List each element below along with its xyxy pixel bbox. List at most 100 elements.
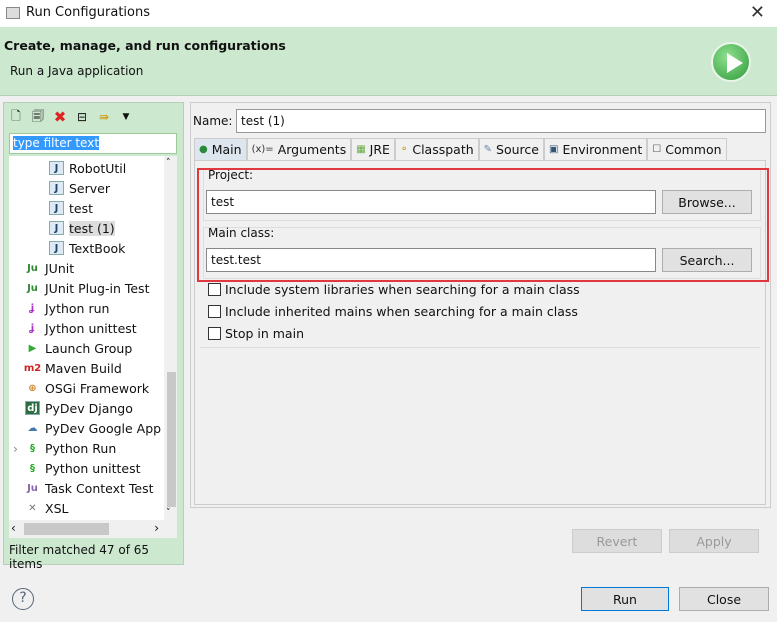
- checkbox-label: Include system libraries when searching …: [225, 282, 580, 297]
- help-icon[interactable]: ?: [12, 588, 34, 610]
- tree-item[interactable]: § Python unittest: [25, 458, 141, 478]
- tree-item[interactable]: Jtest (1): [49, 218, 115, 238]
- google-app-icon: ☁: [27, 422, 38, 434]
- tab-environment[interactable]: ▣ Environment: [543, 138, 648, 160]
- tree-item-label: JUnit: [45, 260, 75, 276]
- tree-item[interactable]: ▶ Launch Group: [25, 338, 133, 358]
- classpath-icon: ⚬: [399, 144, 409, 155]
- common-icon: ☐: [652, 144, 662, 155]
- tree-item[interactable]: ☁ PyDev Google App: [25, 418, 162, 438]
- launch-group-icon: ▶: [28, 342, 37, 354]
- tree-item-label: XSL: [45, 500, 69, 516]
- tree-item-label: Python unittest: [45, 460, 141, 476]
- environment-icon: ▣: [548, 144, 559, 155]
- include-inherited-mains-checkbox[interactable]: Include inherited mains when searching f…: [208, 304, 578, 319]
- java-class-icon: J: [49, 181, 64, 195]
- horizontal-scrollbar[interactable]: ‹ ›: [9, 520, 177, 538]
- tree-item-label: RobotUtil: [69, 160, 127, 176]
- tree-item-label: PyDev Django: [45, 400, 133, 416]
- header-title: Create, manage, and run configurations: [4, 38, 286, 53]
- tab-label: Source: [496, 142, 539, 157]
- tree-item-label: JUnit Plug-in Test: [45, 280, 150, 296]
- name-input[interactable]: test (1): [236, 109, 766, 133]
- tab-label: JRE: [369, 142, 390, 157]
- tree-item-label: Jython run: [45, 300, 110, 316]
- tab-label: Common: [665, 142, 722, 157]
- scroll-left-icon[interactable]: ‹: [11, 521, 16, 535]
- app-icon: [6, 7, 20, 19]
- main-tab-panel: Project: test Browse... Main class: test…: [194, 160, 769, 505]
- tab-jre[interactable]: ▦ JRE: [351, 138, 395, 160]
- duplicate-icon[interactable]: 🗐: [30, 109, 46, 125]
- name-label: Name:: [193, 114, 233, 128]
- scroll-up-icon[interactable]: ˄: [166, 158, 171, 168]
- jython-icon: ʝ: [30, 302, 35, 314]
- tab-main[interactable]: ● Main: [194, 138, 247, 160]
- sidebar-toolbar: 🗋 🗐 ✖ ⊟ ⇛ ▼: [8, 107, 134, 127]
- title-bar: Run Configurations ✕: [0, 0, 777, 27]
- jre-icon: ▦: [356, 144, 366, 155]
- vertical-scroll-thumb[interactable]: [167, 372, 176, 507]
- tree-item-label: TextBook: [69, 240, 126, 256]
- close-button[interactable]: Close: [679, 587, 769, 611]
- xsl-icon: ✕: [28, 502, 37, 514]
- dialog-header: Create, manage, and run configurations R…: [0, 27, 777, 96]
- tab-arguments[interactable]: (x)= Arguments: [246, 138, 352, 160]
- include-system-libraries-checkbox[interactable]: Include system libraries when searching …: [208, 282, 580, 297]
- configuration-sidebar: 🗋 🗐 ✖ ⊟ ⇛ ▼ type filter text J RobotUtil J…: [3, 102, 184, 571]
- tree-item-label: Maven Build: [45, 360, 122, 376]
- filter-input[interactable]: type filter text: [9, 133, 177, 154]
- tree-item[interactable]: J TextBook: [49, 238, 125, 258]
- revert-button[interactable]: Revert: [572, 529, 662, 553]
- java-class-icon: J: [49, 201, 64, 215]
- tab-source[interactable]: ✎ Source: [478, 138, 544, 160]
- tree-item-label: Python Run: [45, 440, 117, 456]
- tab-bar: ● Main (x)= Arguments ▦ JRE ⚬ Classpath ✎ Source ▣…: [194, 138, 727, 160]
- tree-item-label: test (1): [69, 220, 115, 236]
- django-icon: dj: [25, 401, 40, 415]
- dropdown-icon[interactable]: ▼: [118, 109, 134, 125]
- java-class-icon: J: [49, 221, 64, 235]
- horizontal-scroll-thumb[interactable]: [24, 523, 109, 535]
- tree-item[interactable]: ʝ Jython run: [25, 298, 110, 318]
- python-icon: §: [30, 442, 35, 454]
- close-window-icon[interactable]: ✕: [750, 2, 765, 23]
- arguments-icon: (x)=: [251, 144, 274, 155]
- java-class-icon: J: [49, 161, 64, 175]
- tree-item[interactable]: Ju JUnit: [25, 258, 74, 278]
- expand-arrow-icon[interactable]: ›: [13, 441, 18, 456]
- config-tree: J RobotUtil J Server Jtest Jtest (1) J TextBook…: [9, 156, 177, 520]
- tree-item-label: Launch Group: [45, 340, 133, 356]
- apply-button[interactable]: Apply: [669, 529, 759, 553]
- filter-status: Filter matched 47 of 65 items: [9, 543, 150, 571]
- scroll-right-icon[interactable]: ›: [154, 521, 159, 535]
- tree-item[interactable]: ✕ XSL: [25, 498, 68, 518]
- tree-item[interactable]: Jtest: [49, 198, 93, 218]
- run-button[interactable]: Run: [581, 587, 669, 611]
- tree-item[interactable]: J Server: [49, 178, 110, 198]
- tab-common[interactable]: ☐ Common: [647, 138, 727, 160]
- tree-item[interactable]: Ju Task Context Test: [25, 478, 153, 498]
- tab-label: Main: [211, 142, 242, 157]
- run-logo-icon: [711, 42, 751, 82]
- tree-item[interactable]: ⊕ OSGi Framework: [25, 378, 149, 398]
- stop-in-main-checkbox[interactable]: Stop in main: [208, 326, 304, 341]
- tree-item[interactable]: Ju JUnit Plug-in Test: [25, 278, 149, 298]
- scroll-down-icon[interactable]: ˅: [166, 508, 171, 518]
- junit-icon: Ju: [27, 262, 38, 274]
- tree-item[interactable]: m2 Maven Build: [24, 358, 122, 378]
- tree-item-label: test: [69, 200, 94, 216]
- collapse-all-icon[interactable]: ⊟: [74, 109, 90, 125]
- tree-item[interactable]: › § Python Run: [13, 438, 117, 458]
- tree-item[interactable]: J RobotUtil: [49, 158, 126, 178]
- checkbox-label: Include inherited mains when searching f…: [225, 304, 578, 319]
- tree-item[interactable]: dj PyDev Django: [25, 398, 133, 418]
- tab-classpath[interactable]: ⚬ Classpath: [394, 138, 479, 160]
- tree-item-label: Server: [69, 180, 110, 196]
- delete-icon[interactable]: ✖: [52, 108, 68, 126]
- tree-item[interactable]: ʝ Jython unittest: [25, 318, 137, 338]
- filter-icon[interactable]: ⇛: [96, 109, 112, 125]
- tree-item-label: Jython unittest: [45, 320, 137, 336]
- new-config-icon[interactable]: 🗋: [8, 109, 24, 125]
- config-editor: Name: test (1) ● Main (x)= Arguments ▦ JRE ⚬ Cl…: [190, 102, 771, 508]
